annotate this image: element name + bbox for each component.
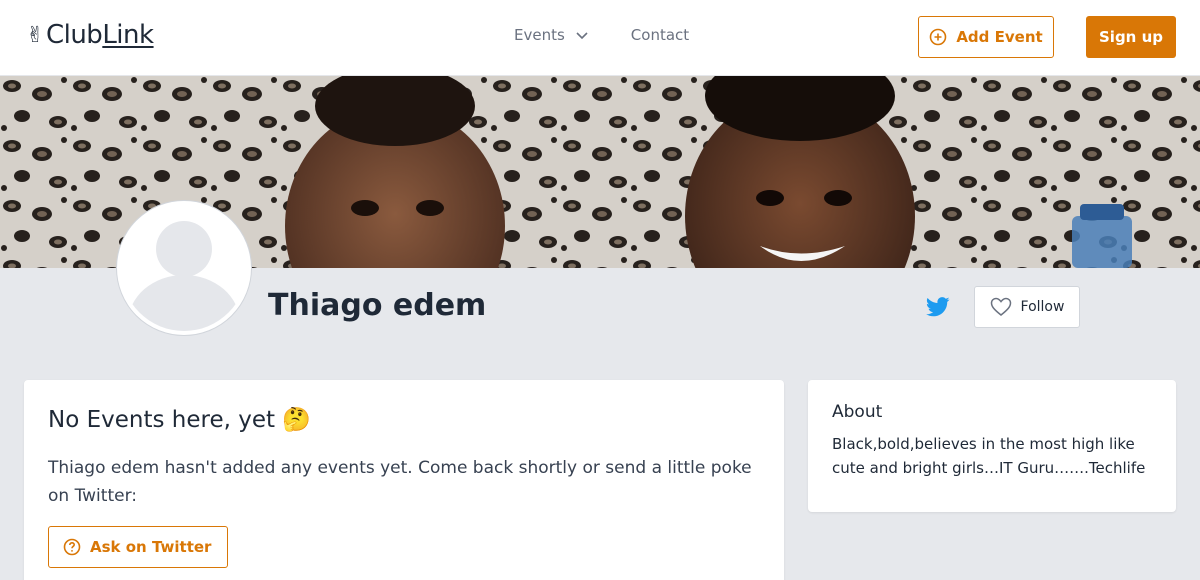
events-card-message: Thiago edem hasn't added any events yet.… bbox=[48, 458, 752, 506]
nav-contact-label: Contact bbox=[630, 26, 690, 44]
heart-icon bbox=[990, 297, 1011, 316]
events-card-title: No Events here, yet 🤔 bbox=[48, 407, 311, 433]
profile-avatar bbox=[117, 201, 251, 335]
nav-events-label: Events bbox=[514, 26, 565, 44]
about-card-text: Black,bold,believes in the most high lik… bbox=[832, 435, 1146, 477]
twitter-icon[interactable] bbox=[926, 296, 950, 318]
ask-on-twitter-label: Ask on Twitter bbox=[90, 538, 212, 556]
logo-link-text: Link bbox=[102, 20, 154, 50]
add-event-button[interactable]: Add Event bbox=[918, 16, 1054, 58]
signup-label: Sign up bbox=[1099, 28, 1163, 46]
nav-contact[interactable]: Contact bbox=[631, 26, 689, 44]
follow-label: Follow bbox=[1020, 299, 1065, 315]
top-header: ✌ Club Link Events Contact Add Event Sig… bbox=[0, 0, 1200, 76]
avatar-placeholder-icon bbox=[121, 205, 247, 331]
signup-button[interactable]: Sign up bbox=[1086, 16, 1176, 58]
profile-name: Thiago edem bbox=[268, 288, 487, 323]
chevron-down-icon bbox=[576, 32, 588, 40]
plus-circle-icon bbox=[930, 28, 947, 46]
victory-hand-icon: ✌ bbox=[26, 22, 44, 48]
about-card-title: About bbox=[832, 402, 883, 422]
clublink-logo[interactable]: ✌ Club Link bbox=[26, 20, 154, 50]
add-event-label: Add Event bbox=[956, 28, 1043, 46]
nav-events[interactable]: Events bbox=[514, 26, 589, 44]
question-circle-icon bbox=[63, 538, 81, 556]
follow-button[interactable]: Follow bbox=[974, 286, 1080, 328]
logo-club-text: Club bbox=[45, 20, 103, 50]
ask-on-twitter-button[interactable]: Ask on Twitter bbox=[48, 526, 229, 568]
events-card: No Events here, yet 🤔 Thiago edem hasn't… bbox=[24, 380, 784, 580]
about-card: About Black,bold,believes in the most hi… bbox=[808, 380, 1176, 512]
main-nav: Events Contact bbox=[514, 26, 689, 44]
